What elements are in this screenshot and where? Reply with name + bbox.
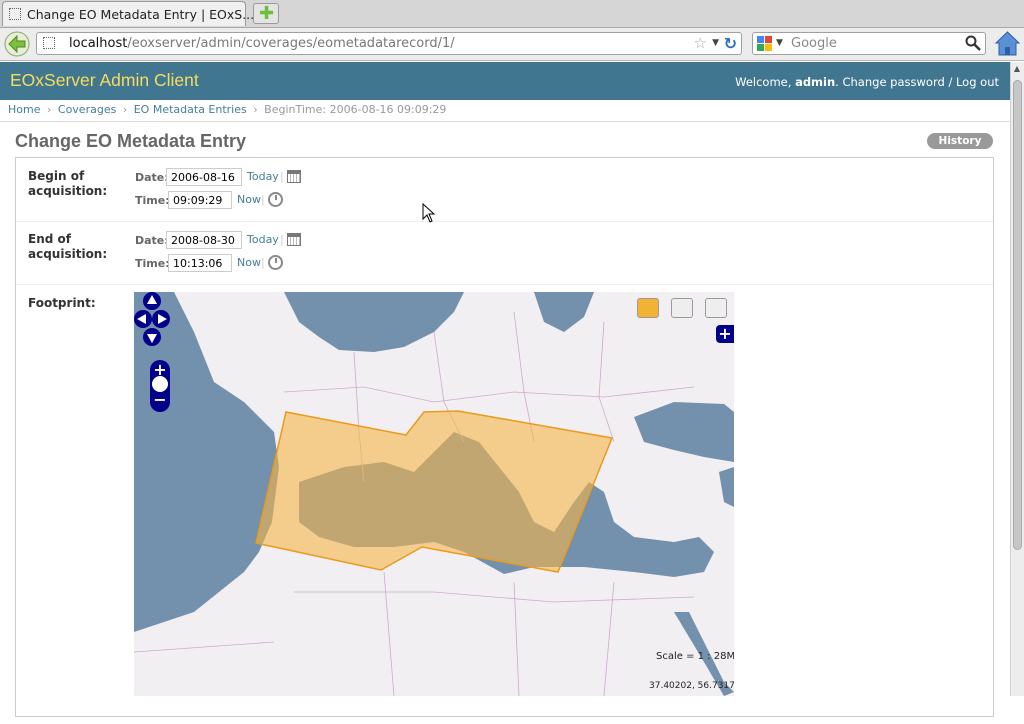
bookmark-star-icon[interactable]: ☆: [694, 34, 707, 52]
footprint-label: Footprint:: [28, 296, 96, 310]
begin-today-link[interactable]: Today: [247, 170, 279, 183]
shortcut-separator: |: [280, 233, 284, 246]
breadcrumb-eo-metadata-entries[interactable]: EO Metadata Entries: [134, 103, 247, 116]
map-zoom-control: + −: [150, 360, 170, 412]
magnifier-icon[interactable]: [965, 35, 981, 51]
shortcut-separator: |: [261, 256, 265, 269]
calendar-icon[interactable]: [287, 233, 301, 246]
mouse-cursor-icon: [422, 203, 436, 223]
draw-point-tool-icon[interactable]: [637, 298, 659, 318]
begin-acquisition-label: Begin of acquisition:: [28, 169, 108, 198]
end-time-input[interactable]: [168, 254, 232, 272]
welcome-text: Welcome,: [735, 75, 792, 89]
begin-time-input[interactable]: [168, 191, 232, 209]
url-text: localhost/eoxserver/admin/coverages/eome…: [69, 36, 455, 51]
map-canvas[interactable]: [134, 292, 734, 696]
url-bar[interactable]: localhost/eoxserver/admin/coverages/eome…: [36, 32, 742, 55]
layer-switcher-icon[interactable]: +: [716, 325, 734, 343]
home-icon[interactable]: [994, 30, 1021, 57]
history-button[interactable]: History: [927, 133, 993, 149]
page-scrollbar[interactable]: ▲: [1010, 62, 1024, 696]
search-engine-dropdown-icon[interactable]: ▼: [776, 38, 783, 48]
user-tools: Welcome, admin. Change password / Log ou…: [735, 75, 999, 89]
breadcrumb: Home › Coverages › EO Metadata Entries ›…: [0, 100, 1010, 122]
google-logo-icon[interactable]: [757, 36, 772, 51]
shortcut-separator: |: [280, 170, 284, 183]
clock-icon[interactable]: [268, 192, 283, 207]
change-password-link[interactable]: Change password: [842, 75, 944, 89]
scrollbar-thumb[interactable]: [1013, 80, 1022, 550]
breadcrumb-coverages[interactable]: Coverages: [58, 103, 116, 116]
browser-tab-bar: Change EO Metadata Entry | EOxS... ✚: [0, 0, 1024, 28]
begin-now-link[interactable]: Now: [237, 193, 261, 206]
history-dropdown-icon[interactable]: ▼: [712, 38, 719, 48]
end-today-link[interactable]: Today: [247, 233, 279, 246]
map-pan-control[interactable]: [134, 292, 170, 346]
browser-nav-bar: localhost/eoxserver/admin/coverages/eome…: [0, 28, 1024, 61]
footprint-map[interactable]: + − + Scale = 1 : 28M 37.40202, 56.73173: [134, 292, 734, 696]
search-input[interactable]: Google: [791, 36, 837, 51]
end-acquisition-label: End of acquisition:: [28, 232, 108, 261]
begin-date-input[interactable]: [166, 168, 242, 186]
username: admin: [795, 75, 836, 89]
calendar-icon[interactable]: [287, 170, 301, 183]
form-row-begin-acquisition: Begin of acquisition: Date: Today | Time…: [16, 158, 993, 222]
user-tools-separator: /: [948, 75, 953, 89]
logout-link[interactable]: Log out: [956, 75, 999, 89]
end-now-link[interactable]: Now: [237, 256, 261, 269]
breadcrumb-current: BeginTime: 2006-08-16 09:09:29: [264, 103, 447, 116]
tab-title: Change EO Metadata Entry | EOxS...: [27, 7, 255, 22]
draw-polygon-tool-icon[interactable]: [671, 298, 693, 318]
breadcrumb-separator: ›: [46, 103, 52, 116]
map-scale: Scale = 1 : 28M: [656, 651, 734, 662]
pan-hand-tool-icon[interactable]: [705, 298, 727, 318]
footprint-polygon[interactable]: [255, 410, 614, 573]
end-time-label: Time:: [135, 257, 170, 270]
begin-time-label: Time:: [135, 194, 170, 207]
shortcut-separator: |: [261, 193, 265, 206]
admin-header: EOxServer Admin Client Welcome, admin. C…: [0, 62, 1010, 100]
map-mouse-position: 37.40202, 56.73173: [649, 681, 734, 691]
begin-date-label: Date:: [135, 171, 169, 184]
breadcrumb-home[interactable]: Home: [8, 103, 40, 116]
site-identity-icon[interactable]: [43, 37, 55, 49]
new-tab-button[interactable]: ✚: [253, 3, 279, 24]
back-arrow-icon[interactable]: [4, 31, 30, 57]
end-date-label: Date:: [135, 234, 169, 247]
breadcrumb-separator: ›: [122, 103, 128, 116]
site-name[interactable]: EOxServer Admin Client: [10, 70, 199, 91]
reload-icon[interactable]: ↻: [724, 34, 737, 53]
zoom-out-icon[interactable]: −: [150, 392, 170, 408]
browser-tab[interactable]: Change EO Metadata Entry | EOxS...: [2, 1, 254, 26]
end-date-input[interactable]: [166, 231, 242, 249]
page-title: Change EO Metadata Entry: [15, 131, 247, 151]
clock-icon[interactable]: [268, 255, 283, 270]
search-bar[interactable]: ▼ Google: [752, 32, 986, 55]
scroll-up-icon[interactable]: ▲: [1012, 64, 1022, 74]
form-row-end-acquisition: End of acquisition: Date: Today | Time: …: [16, 221, 993, 285]
page-favicon-icon: [9, 8, 21, 20]
breadcrumb-separator: ›: [253, 103, 258, 116]
plus-icon: ✚: [259, 3, 275, 24]
